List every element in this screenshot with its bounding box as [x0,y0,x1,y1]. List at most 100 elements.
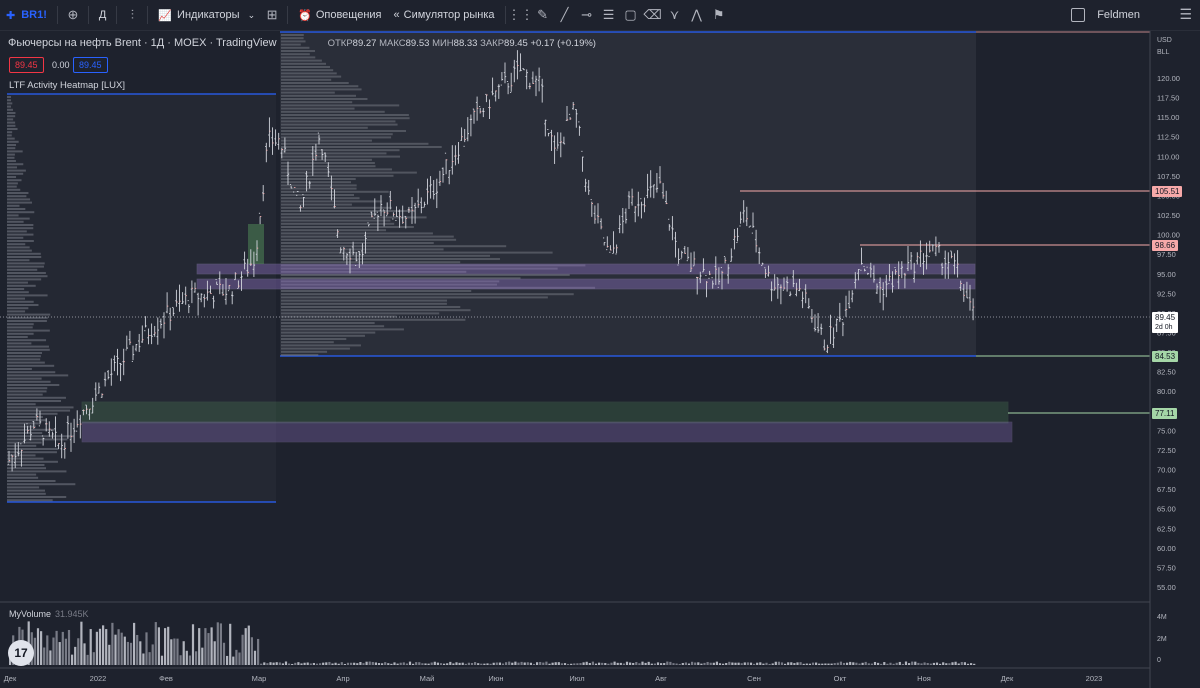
volume-bar [610,662,613,665]
profile-bar [7,355,41,358]
profile-bar [281,222,395,225]
brush-tool-icon[interactable]: ✎ [532,4,554,26]
rectangle-tool-icon[interactable]: ▢ [620,4,642,26]
volume-bar [802,663,805,665]
profile-bar [7,256,42,258]
volume-bar [656,662,660,665]
profile-bar [281,171,417,174]
volume-bar [501,663,505,665]
ask-box[interactable]: 89.45 [73,57,108,73]
tradingview-logo[interactable]: 17 [8,640,34,666]
volume-bar [346,662,350,665]
volume-bar [325,662,328,665]
indicators-label: Индикаторы [177,9,240,21]
profile-bar [7,217,30,220]
volume-bar [681,663,684,665]
profile-bar [7,323,34,326]
chart-title: Фьючерсы на нефть Brent · 1Д · MOEX · Tr… [8,37,277,49]
volume-bar [920,663,923,665]
volume-bar [799,662,802,665]
pitchfork-icon[interactable]: ⋎ [664,4,686,26]
time-tick-0: Дек [4,674,17,683]
profile-bar [7,284,36,287]
currency-label[interactable]: USD [1157,37,1172,44]
profile-bar [281,158,372,161]
fib-retracement-icon[interactable]: ☰ [598,4,620,26]
volume-bar [108,644,111,665]
volume-bar [718,663,722,665]
volume-bar [492,662,495,665]
flag-icon[interactable]: ⚑ [708,4,730,26]
volume-bar [145,632,148,665]
divider [87,6,89,24]
volume-bar [749,662,753,665]
volume-bar [272,662,275,665]
profile-bar [281,78,332,81]
unit-label[interactable]: BLL [1157,49,1169,56]
price-chart[interactable]: 120.00 117.50 115.00 112.50 110.00 107.50 105.… [0,31,1200,688]
square-icon [1071,8,1086,22]
profile-bar [7,307,29,310]
trend-line-icon[interactable]: ╱ [554,4,576,26]
volume-bar [753,663,756,665]
indicator-title[interactable]: LTF Activity Heatmap [LUX] [9,80,125,91]
user-menu[interactable]: Feldmen [1071,0,1140,30]
profile-bar [7,220,24,223]
add-symbol-icon[interactable]: ⊕ [62,4,84,26]
volume-bar [40,631,43,665]
volume-bar [294,662,297,665]
profile-bar [281,229,387,232]
volume-bar [148,652,151,665]
symbol-search[interactable]: ✚ BR1! [0,0,53,30]
layouts-icon[interactable]: ⊞ [261,4,283,26]
profile-bar [7,470,67,473]
volume-bar [594,663,598,665]
time-axis-ticks: Дек 2022 Фев Мар Апр Май Июн Июл Авг Сен Окт Ноя Дек… [4,674,1103,683]
volume-bar [191,624,195,665]
volume-bar [598,662,601,665]
volume-bar [424,663,427,665]
hamburger-menu-icon[interactable]: ☰ [1179,6,1192,23]
volume-bar [901,663,904,665]
volume-bar [644,662,647,665]
volume-bar [545,661,548,665]
volume-bar [638,663,641,665]
volume-bar [895,662,898,665]
volume-bar [92,652,95,665]
profile-bar [7,396,66,399]
volume-legend[interactable]: MyVolume 31.945K [9,609,89,619]
volume-bar [616,662,619,665]
price-tick-25: 57.50 [1157,563,1176,572]
profile-bar [7,124,16,127]
replay-button[interactable]: « Симулятор рынка [388,0,501,30]
volume-bar [247,625,250,665]
pattern-tool-icon[interactable]: ⋀ [686,4,708,26]
volume-bar [201,647,204,665]
horizontal-ray-icon[interactable]: ⊸ [576,4,598,26]
volume-bar [98,628,102,665]
volume-bar [886,663,889,665]
drag-handle-icon[interactable]: ⋮⋮ [508,4,534,26]
profile-bar [7,118,14,121]
volume-bar [182,641,185,665]
price-tick-2: 115.00 [1157,113,1179,122]
alerts-button[interactable]: ⏰ Оповещения [292,0,387,30]
interval-button[interactable]: Д [93,0,112,30]
profile-bar [281,107,355,110]
volume-bar [405,663,408,665]
indicators-button[interactable]: 📈 Индикаторы ⌄ [152,0,261,30]
bar-style-icon[interactable]: ⫶ [121,4,143,26]
chevron-down-icon: ⌄ [247,9,256,20]
profile-bar [7,371,56,374]
profile-bar [7,489,46,492]
volume-bar [740,663,743,665]
volume-bar [250,637,253,665]
profile-bar [281,120,396,123]
profile-bar [281,152,387,155]
eraser-icon[interactable]: ⌫ [642,4,664,26]
profile-bar [7,182,18,185]
bid-box[interactable]: 89.45 [9,57,44,73]
profile-bar [7,102,13,105]
volume-bar [418,662,421,665]
volume-bar [198,628,201,665]
